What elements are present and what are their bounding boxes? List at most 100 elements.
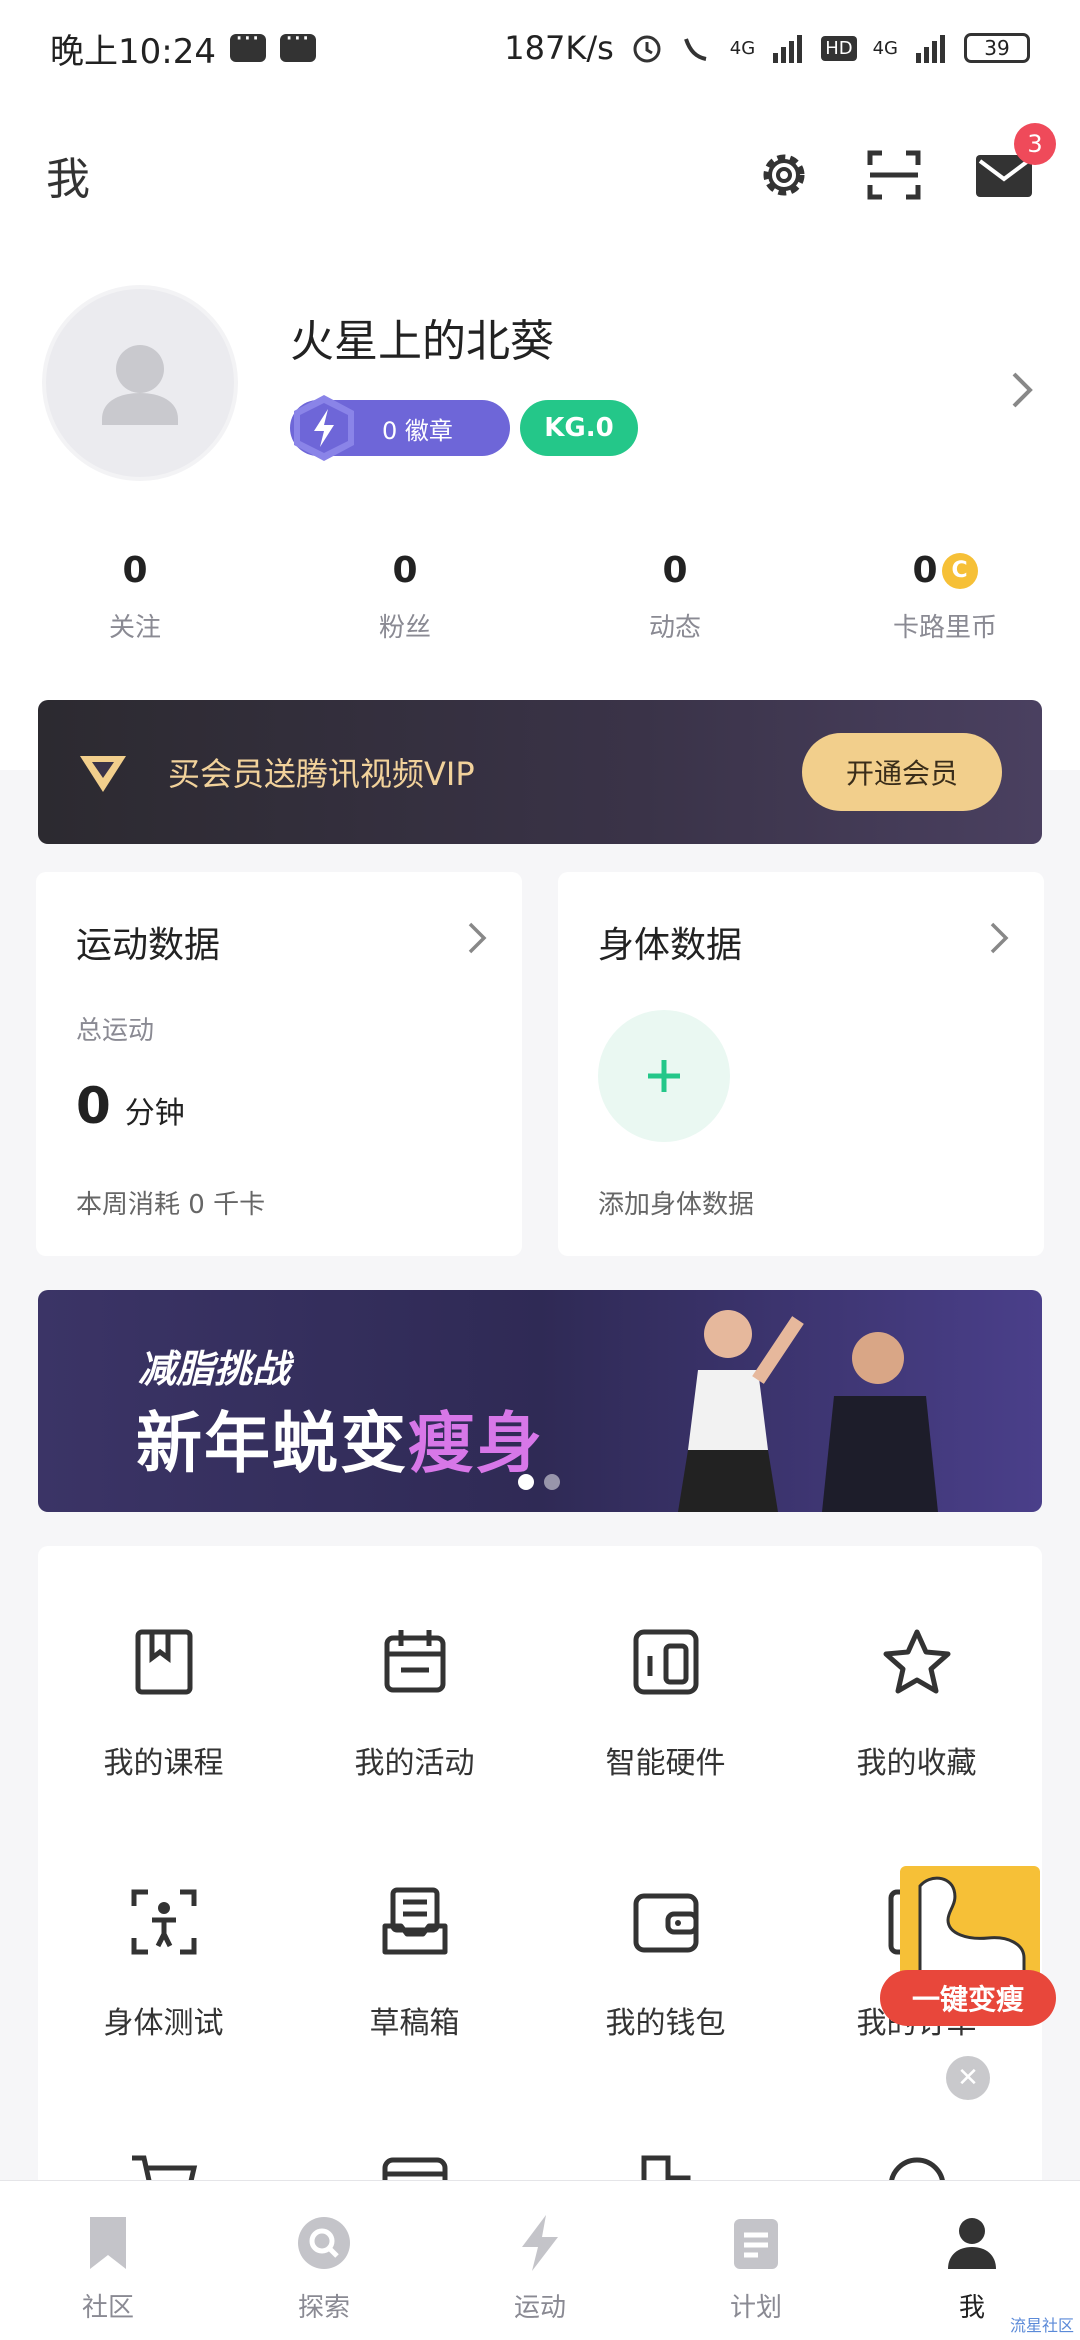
stat-value: 0 (912, 550, 938, 591)
promo-headline-highlight: 瘦身 (408, 1405, 544, 1482)
chevron-right-icon[interactable] (1002, 360, 1042, 420)
chevron-right-icon (468, 922, 487, 954)
card-title: 运动数据 (76, 925, 221, 966)
calendar-icon (384, 1630, 445, 1693)
chevron-right-icon (990, 922, 1009, 954)
stat-posts[interactable]: 0 动态 (540, 550, 810, 644)
carousel-dot (544, 1474, 560, 1490)
tab-label: 探索 (297, 2293, 350, 2323)
net-speed: 187K/s (504, 29, 614, 67)
promo-banner[interactable]: 减脂挑战 新年蜕变瘦身 (38, 1290, 1042, 1512)
stat-label: 动态 (648, 613, 701, 643)
call-icon (683, 38, 707, 61)
alarm-icon (633, 35, 661, 63)
plus-icon (648, 1060, 680, 1092)
coin-icon: C (941, 552, 978, 589)
tab-explore[interactable]: 探索 (216, 2181, 432, 2340)
settings-button[interactable] (754, 145, 814, 205)
tab-plan[interactable]: 计划 (648, 2181, 864, 2340)
floating-slim-promo[interactable]: 一键变瘦 (880, 1866, 1060, 2026)
bookmark-icon (90, 2217, 126, 2269)
promo-headline: 新年蜕变瘦身 (136, 1390, 544, 1486)
message-notification-icon (229, 24, 266, 62)
stat-label: 关注 (108, 613, 161, 643)
stat-followers[interactable]: 0 粉丝 (270, 550, 540, 644)
kg-level-badge[interactable]: KG.0 (520, 400, 638, 456)
avatar[interactable] (42, 285, 238, 481)
stat-value: 0 (122, 550, 148, 591)
total-exercise-value: 0 (76, 1077, 111, 1135)
grid-item-label: 身体测试 (103, 2006, 224, 2041)
bottom-tab-bar: 社区 探索 运动 计划 我 (0, 2180, 1080, 2340)
mail-button[interactable]: 3 (974, 123, 1056, 205)
default-avatar-icon (102, 345, 178, 425)
tab-label: 社区 (81, 2293, 134, 2323)
gear-icon (763, 154, 805, 196)
stat-value: 0 (662, 550, 688, 591)
tab-community[interactable]: 社区 (0, 2181, 216, 2340)
plan-icon (734, 2219, 778, 2269)
star-icon (883, 1629, 950, 1694)
signal-icon (773, 35, 803, 63)
vip-banner[interactable]: 买会员送腾讯视频VIP 开通会员 (38, 700, 1042, 844)
page-title: 我 (46, 154, 90, 205)
stat-following[interactable]: 0 关注 (0, 550, 270, 644)
wallet-icon (633, 1893, 698, 1953)
grid-item-my-wallet[interactable]: 我的钱包 (540, 1886, 791, 2042)
close-floating-button[interactable]: ✕ (946, 2056, 990, 2100)
carousel-dot-active (518, 1474, 534, 1490)
promo-headline-part1: 新年蜕变 (136, 1405, 408, 1482)
open-membership-button[interactable]: 开通会员 (802, 733, 1002, 811)
grid-item-label: 我的钱包 (605, 2006, 726, 2041)
book-icon (135, 1629, 192, 1695)
battery-icon: 39 (964, 33, 1030, 63)
person-icon (948, 2218, 996, 2269)
grid-item-label: 我的课程 (103, 1746, 224, 1781)
body-scan-icon (131, 1889, 196, 1955)
grid-item-my-favorites[interactable]: 我的收藏 (791, 1626, 1042, 1782)
signal-type: 4G (729, 37, 756, 59)
lightning-badge-icon (294, 395, 354, 461)
stat-calorie-coins[interactable]: 0C 卡路里币 (810, 550, 1080, 644)
grid-item-drafts[interactable]: 草稿箱 (289, 1886, 540, 2042)
grid-item-my-activities[interactable]: 我的活动 (289, 1626, 540, 1782)
add-body-data-button[interactable] (598, 1010, 730, 1142)
grid-item-my-courses[interactable]: 我的课程 (38, 1626, 289, 1782)
grid-item-smart-hardware[interactable]: 智能硬件 (540, 1626, 791, 1782)
tab-exercise[interactable]: 运动 (432, 2181, 648, 2340)
female-athlete-image (678, 1310, 804, 1512)
stat-label: 卡路里币 (892, 613, 997, 643)
stats-row: 0 关注 0 粉丝 0 动态 0C 卡路里币 (0, 550, 1080, 644)
draft-icon (382, 1887, 447, 1955)
profile-section[interactable]: 火星上的北葵 0 徽章 KG.0 (42, 285, 1042, 485)
carousel-indicator (518, 1474, 560, 1490)
grid-item-label: 草稿箱 (369, 2006, 460, 2041)
lightning-icon (522, 2215, 558, 2271)
stat-value: 0 (392, 550, 418, 591)
grid-item-label: 我的活动 (354, 1746, 475, 1781)
signal-icon (916, 35, 945, 63)
watermark: 流星社区 (1009, 2316, 1074, 2335)
stat-label: 粉丝 (378, 613, 431, 643)
status-bar: 晚上10:24 187K/s 4G HD 4G 39 (0, 0, 1080, 96)
add-body-data-label: 添加身体数据 (598, 1190, 755, 1220)
exercise-data-card[interactable]: 运动数据 总运动 0 分钟 本周消耗 0 千卡 (36, 872, 522, 1256)
grid-item-body-test[interactable]: 身体测试 (38, 1886, 289, 2042)
page-header: 我 3 (0, 123, 1080, 220)
hd-indicator: HD (821, 35, 857, 61)
muscle-arm-icon (918, 1876, 1026, 1978)
promo-subtitle: 减脂挑战 (138, 1347, 291, 1391)
signal-type: 4G (872, 37, 898, 59)
device-icon (633, 1629, 698, 1695)
tab-label: 运动 (513, 2293, 566, 2323)
floating-promo-label: 一键变瘦 (880, 1970, 1056, 2026)
scan-button[interactable] (864, 145, 924, 205)
weekly-calories: 本周消耗 0 千卡 (76, 1190, 266, 1220)
total-exercise-unit: 分钟 (124, 1096, 185, 1131)
message-notification-icon (279, 24, 316, 62)
grid-item-label: 我的收藏 (856, 1746, 977, 1781)
body-data-card[interactable]: 身体数据 添加身体数据 (558, 872, 1044, 1256)
grid-item-label: 智能硬件 (605, 1746, 726, 1781)
vip-diamond-icon (80, 756, 126, 792)
tab-label: 计划 (729, 2293, 782, 2323)
